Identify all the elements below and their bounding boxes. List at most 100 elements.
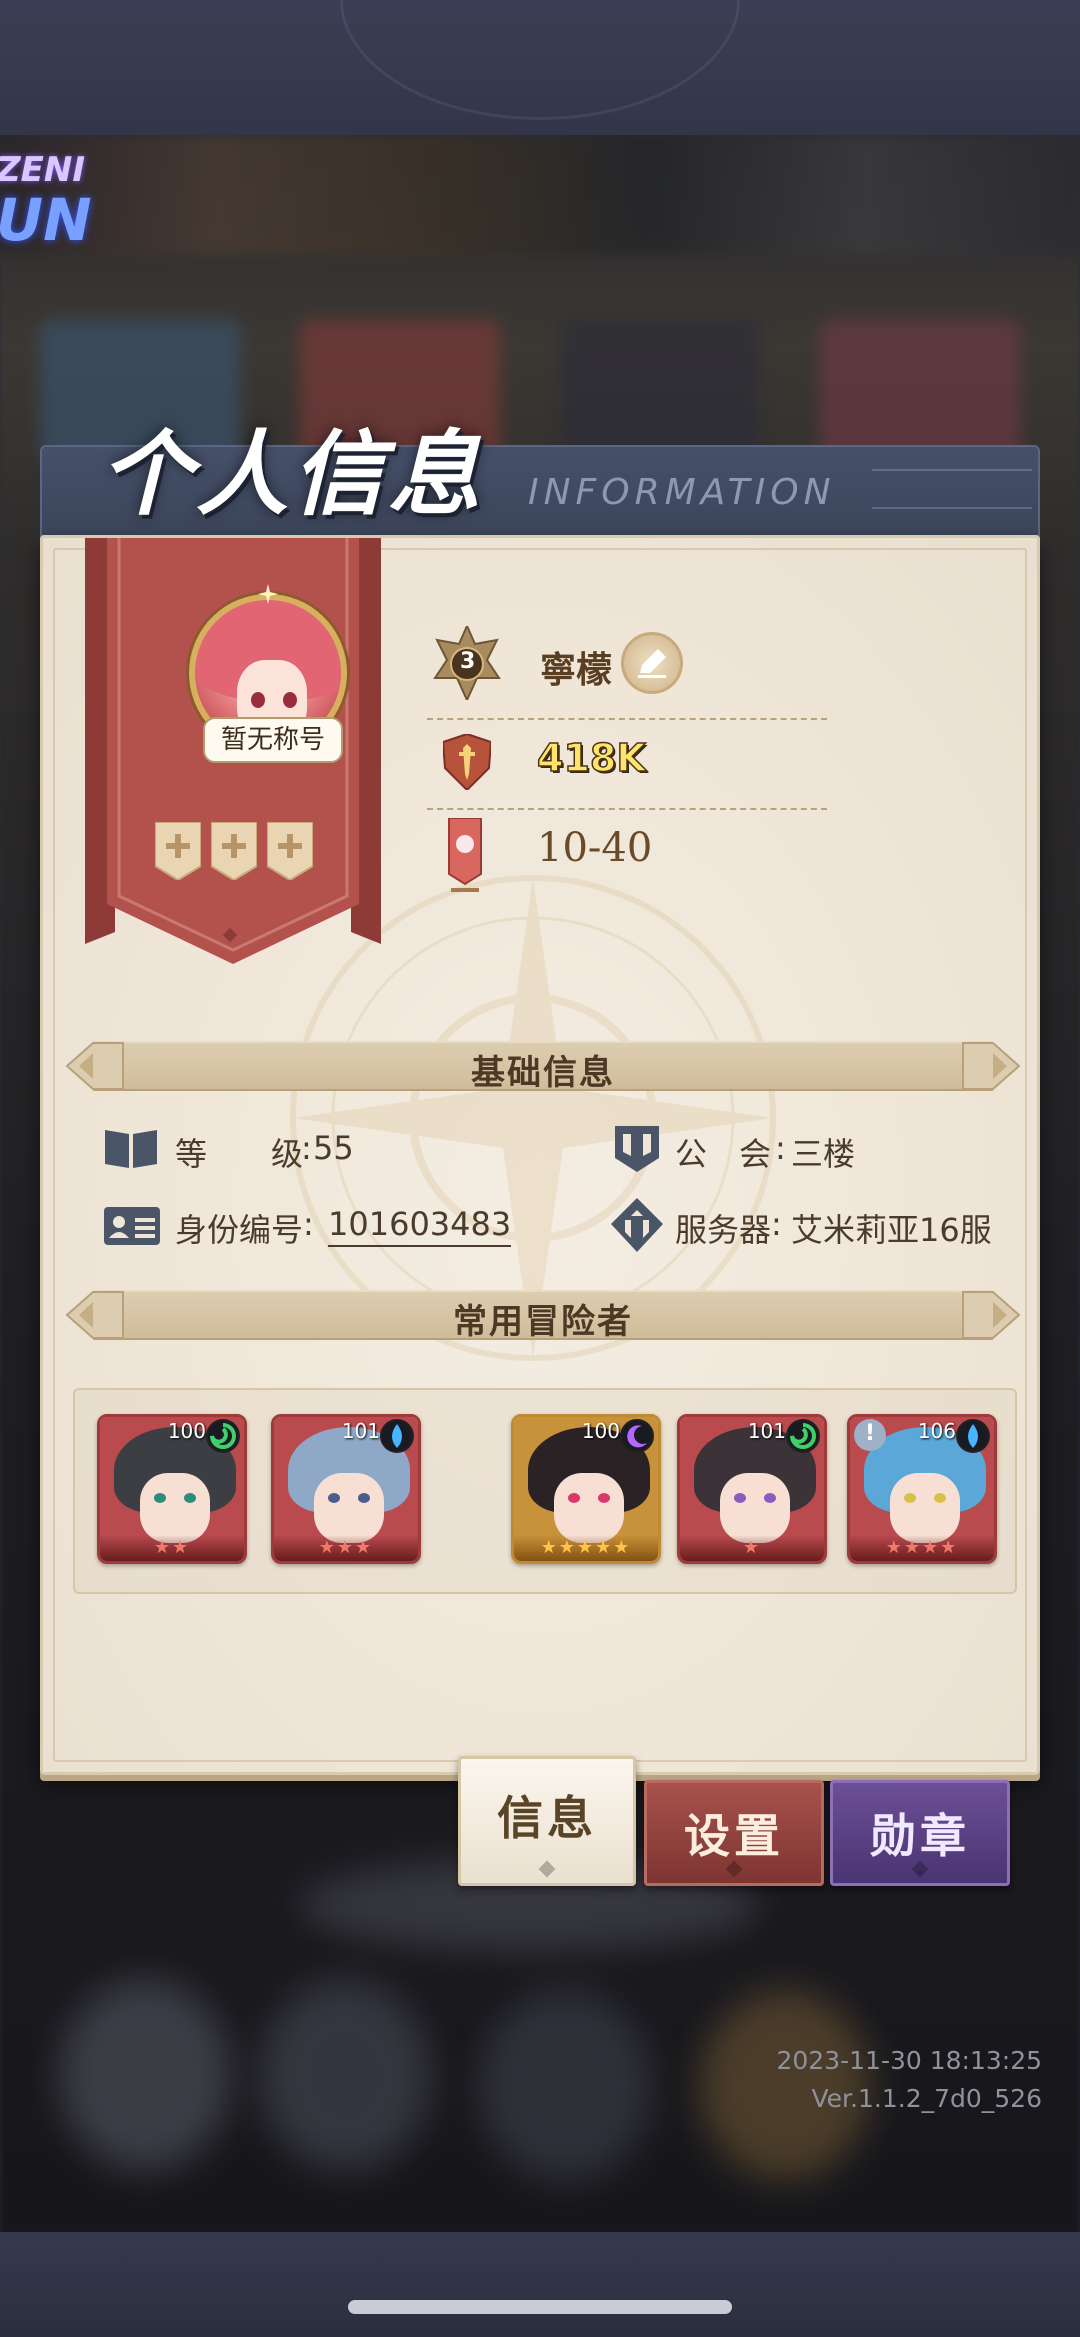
page-title: 个人信息	[100, 420, 485, 528]
hero-face	[140, 1473, 210, 1543]
background-blob	[260, 1980, 430, 2170]
title-ornament	[872, 469, 1032, 509]
stage-flag-icon	[448, 818, 482, 892]
adventurer-card[interactable]: 100 ★★	[97, 1414, 247, 1564]
tab-settings[interactable]: 设置	[644, 1780, 824, 1886]
hero-level: 101	[341, 1419, 380, 1443]
background-card	[820, 320, 1020, 460]
tab-indicator	[725, 1860, 743, 1878]
page-subtitle: INFORMATION	[528, 472, 836, 513]
stage-progress-value: 10-40	[537, 825, 653, 871]
pencil-icon	[638, 649, 666, 678]
game-logo: ZENI UN	[0, 140, 92, 260]
hero-eye	[764, 1493, 776, 1503]
hero-eye	[154, 1493, 166, 1503]
home-indicator[interactable]	[348, 2300, 732, 2314]
badge-slot-plus-icon[interactable]	[210, 821, 258, 882]
alert-icon: !	[854, 1419, 886, 1451]
server-emblem-icon	[611, 1198, 663, 1252]
player-title-badge[interactable]: 暂无称号	[203, 717, 343, 763]
hero-face	[720, 1473, 790, 1543]
divider	[427, 808, 827, 810]
wind-element-icon	[206, 1419, 240, 1453]
combat-power-shield-icon	[443, 734, 491, 790]
hero-level: 101	[747, 1419, 786, 1443]
hero-eye	[734, 1493, 746, 1503]
separator: :	[771, 1205, 782, 1243]
avatar-eye	[283, 692, 297, 708]
adventurer-card[interactable]: 100 ★★★★★	[511, 1414, 661, 1564]
background-card	[560, 320, 760, 460]
separator: :	[775, 1129, 786, 1167]
adventurers-list: 100 ★★ 101 ★★★ 100 ★★★★★ 101 ★ ! 106 ★★★…	[73, 1388, 1017, 1594]
profile-panel: 暂无称号 3 寧檬 418K 10-40 基础信息 等 级: 55 公 会:…	[40, 535, 1040, 1775]
edit-name-button[interactable]	[621, 632, 683, 694]
hero-eye	[358, 1493, 370, 1503]
logo-line-2: UN	[0, 186, 92, 254]
tab-info[interactable]: 信息	[458, 1756, 636, 1886]
background-strip	[0, 135, 1080, 255]
hero-face	[554, 1473, 624, 1543]
separator: :	[301, 1129, 312, 1167]
hero-eye	[934, 1493, 946, 1503]
separator: :	[303, 1205, 314, 1243]
hero-stars: ★★★	[274, 1535, 418, 1561]
tab-medals[interactable]: 勋章	[830, 1780, 1010, 1886]
background-blob	[60, 1980, 230, 2170]
level-label: 等 级	[175, 1135, 304, 1173]
basic-info-header: 基础信息	[63, 1033, 1023, 1099]
hero-eye	[328, 1493, 340, 1503]
logo-line-1: ZENI	[0, 150, 85, 190]
hero-eye	[184, 1493, 196, 1503]
tab-indicator	[911, 1860, 929, 1878]
timestamp: 2023-11-30 18:13:25	[776, 2046, 1042, 2075]
adventurer-card[interactable]: 101 ★	[677, 1414, 827, 1564]
divider	[427, 718, 827, 720]
adventurer-card[interactable]: ! 106 ★★★★	[847, 1414, 997, 1564]
id-card-icon	[104, 1207, 160, 1245]
server-label: 服务器	[675, 1211, 772, 1249]
book-icon	[105, 1130, 157, 1168]
hero-stars: ★★★★	[850, 1535, 994, 1561]
guild-value: 三楼	[791, 1135, 856, 1173]
player-name: 寧檬	[540, 649, 613, 691]
section-title: 基础信息	[471, 1053, 615, 1093]
wind-element-icon	[786, 1419, 820, 1453]
hero-level: 106	[917, 1419, 956, 1443]
guild-label: 公 会	[675, 1135, 772, 1173]
badge-slot-plus-icon[interactable]	[266, 821, 314, 882]
hero-stars: ★★★★★	[514, 1535, 658, 1561]
server-value: 艾米莉亚16服	[791, 1211, 992, 1249]
water-element-icon	[956, 1419, 990, 1453]
hero-eye	[598, 1493, 610, 1503]
hero-level: 100	[581, 1419, 620, 1443]
dark-element-icon	[620, 1419, 654, 1453]
hero-eye	[568, 1493, 580, 1503]
bottom-bar	[0, 2232, 1080, 2337]
rank-level: 3	[460, 649, 476, 674]
guild-castle-icon	[615, 1126, 659, 1172]
tab-label: 设置	[684, 1809, 784, 1863]
water-element-icon	[380, 1419, 414, 1453]
avatar-banner: 暂无称号	[85, 538, 381, 974]
hero-level: 100	[167, 1419, 206, 1443]
background-blob	[480, 1990, 650, 2180]
section-title: 常用冒险者	[453, 1302, 633, 1342]
adventurers-header: 常用冒险者	[63, 1282, 1023, 1348]
adventurer-card[interactable]: 101 ★★★	[271, 1414, 421, 1564]
tab-label: 勋章	[870, 1809, 970, 1863]
tab-indicator	[538, 1860, 556, 1878]
avatar-eye	[251, 692, 265, 708]
hero-stars: ★★	[100, 1535, 244, 1561]
id-label: 身份编号	[175, 1211, 304, 1249]
player-id-value[interactable]: 101603483	[328, 1205, 512, 1247]
hero-face	[890, 1473, 960, 1543]
top-ornament	[340, 0, 740, 120]
combat-power-value: 418K	[536, 735, 646, 781]
hero-face	[314, 1473, 384, 1543]
hero-stars: ★	[680, 1535, 824, 1561]
version-label: Ver.1.1.2_7d0_526	[811, 2084, 1042, 2113]
tab-label: 信息	[497, 1791, 597, 1845]
badge-slot-plus-icon[interactable]	[154, 821, 202, 882]
level-value: 55	[313, 1129, 354, 1167]
